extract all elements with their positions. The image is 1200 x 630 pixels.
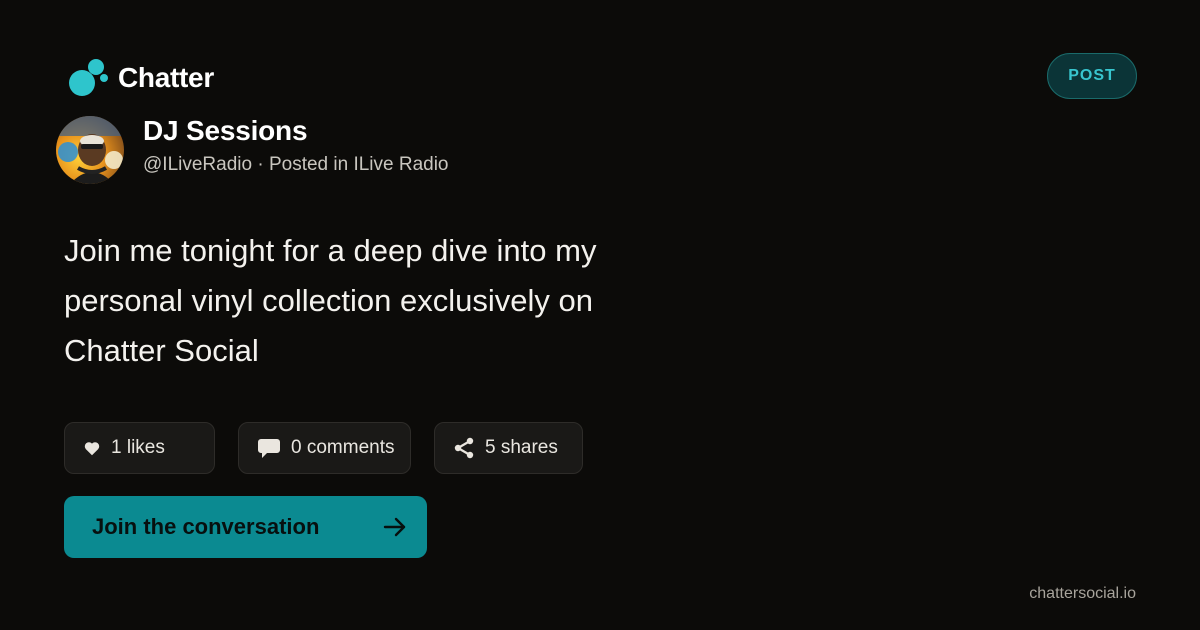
post-body: Join me tonight for a deep dive into my … bbox=[64, 233, 597, 368]
author-meta: @ILiveRadio · Posted in ILive Radio bbox=[143, 154, 449, 175]
avatar[interactable] bbox=[56, 116, 124, 184]
brand[interactable]: Chatter bbox=[68, 58, 214, 98]
arrow-right-icon bbox=[383, 516, 407, 538]
shares-label: 5 shares bbox=[485, 437, 558, 458]
avatar-image bbox=[56, 116, 124, 184]
join-conversation-label: Join the conversation bbox=[92, 514, 320, 539]
shares-stat[interactable]: 5 shares bbox=[434, 422, 583, 474]
share-icon bbox=[453, 437, 475, 459]
likes-stat[interactable]: 1 likes bbox=[64, 422, 215, 474]
comments-label: 0 comments bbox=[291, 437, 395, 458]
comment-icon bbox=[257, 437, 281, 459]
footer-domain[interactable]: chattersocial.io bbox=[1029, 585, 1136, 603]
chat-bubbles-logo-icon bbox=[69, 59, 108, 96]
brand-name: Chatter bbox=[118, 62, 214, 93]
comments-stat[interactable]: 0 comments bbox=[238, 422, 411, 474]
join-conversation-button[interactable]: Join the conversation bbox=[64, 496, 427, 558]
heart-icon bbox=[83, 440, 101, 456]
author-name[interactable]: DJ Sessions bbox=[143, 115, 308, 147]
post-type-badge: POST bbox=[1047, 53, 1137, 99]
likes-label: 1 likes bbox=[111, 437, 165, 458]
